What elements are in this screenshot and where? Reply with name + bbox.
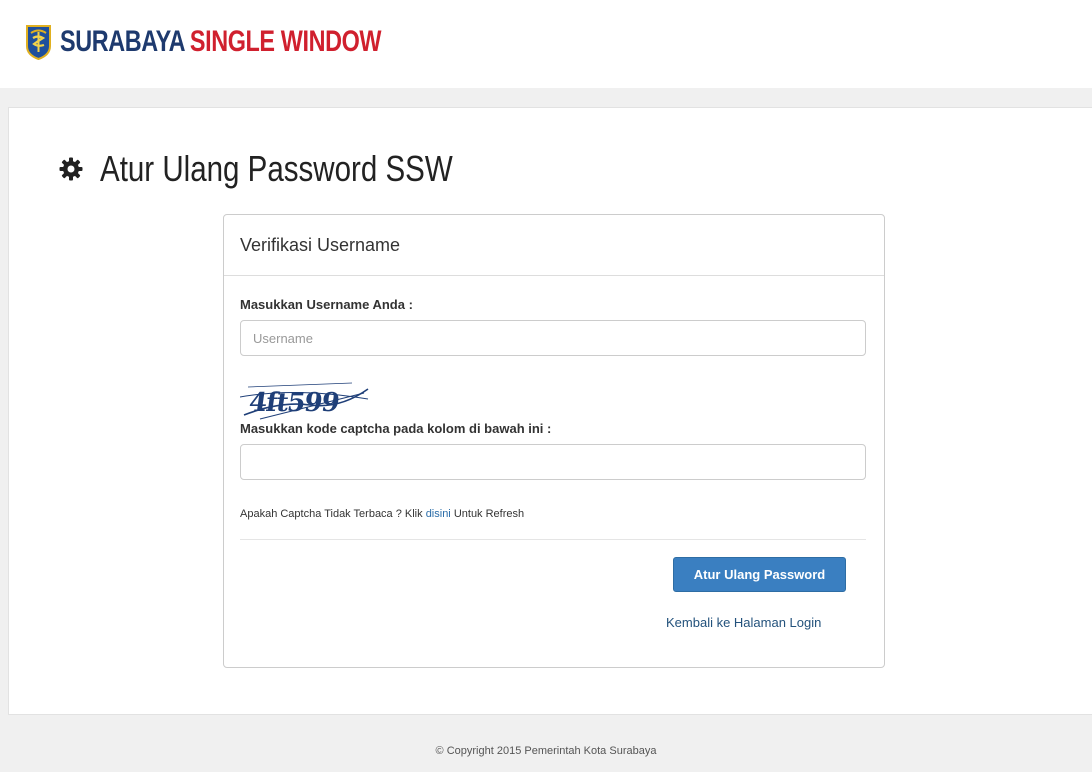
site-header: SURABAYA SINGLE WINDOW [0,0,1092,88]
surabaya-emblem-icon [26,25,51,60]
site-logo[interactable]: SURABAYA SINGLE WINDOW [25,22,472,62]
page-title-text: Atur Ulang Password SSW [100,148,453,189]
hint-text-after: Untuk Refresh [450,508,525,520]
captcha-refresh-hint: Apakah Captcha Tidak Terbaca ? Klik disi… [240,508,524,520]
brand-name-primary: SURABAYA [60,25,186,58]
footer-copyright: © Copyright 2015 Pemerintah Kota Surabay… [435,745,657,757]
reset-password-button[interactable]: Atur Ulang Password [673,557,846,592]
main-content: Atur Ulang Password SSW Verifikasi Usern… [8,107,1092,715]
gear-icon [59,157,83,181]
panel-divider [240,539,866,540]
brand-name: SURABAYA SINGLE WINDOW [60,24,381,60]
hint-text-before: Apakah Captcha Tidak Terbaca ? Klik [240,508,426,520]
username-label: Masukkan Username Anda : [240,297,413,312]
username-input[interactable] [240,320,866,356]
verification-panel: Verifikasi Username Masukkan Username An… [223,214,885,668]
panel-heading: Verifikasi Username [224,215,884,276]
captcha-label: Masukkan kode captcha pada kolom di bawa… [240,421,552,436]
brand-name-accent: SINGLE WINDOW [189,25,382,58]
page-title: Atur Ulang Password SSW [59,148,530,190]
captcha-image: 4ft599 [240,375,370,421]
captcha-refresh-link[interactable]: disini [426,508,451,520]
captcha-input[interactable] [240,444,866,480]
back-to-login-link[interactable]: Kembali ke Halaman Login [666,615,821,630]
